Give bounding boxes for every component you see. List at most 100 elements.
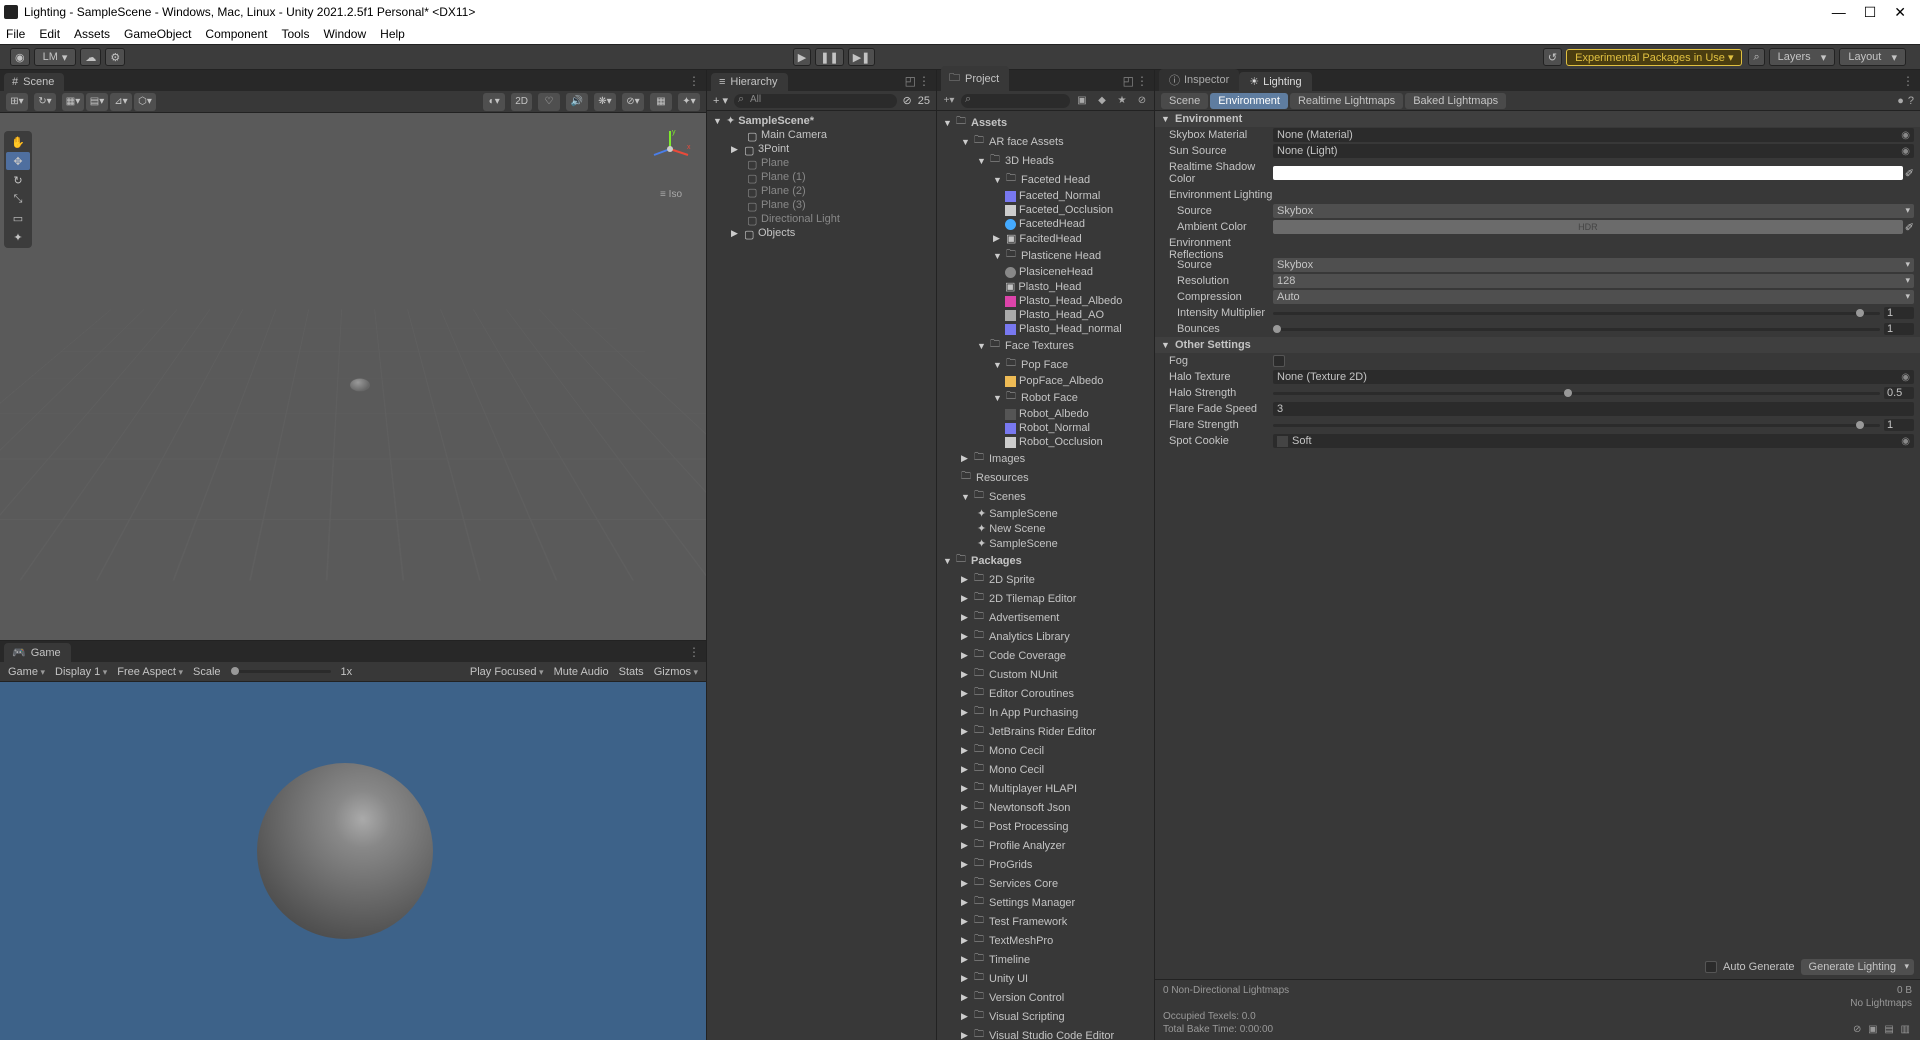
rotate-tool[interactable]: ↻ xyxy=(6,171,30,189)
ambient-color-field[interactable]: HDR xyxy=(1273,220,1903,234)
hierarchy-item[interactable]: ▢Plane (3) xyxy=(707,198,936,212)
project-search[interactable] xyxy=(961,94,1070,108)
fx-icon[interactable]: ❋▾ xyxy=(594,93,616,111)
project-item[interactable]: ▶Settings Manager xyxy=(937,893,1154,912)
lighting-icon[interactable]: ♡ xyxy=(538,93,560,111)
project-item[interactable]: ▣Plasto_Head xyxy=(937,279,1154,294)
project-tab[interactable]: 🗀 Project xyxy=(941,66,1009,91)
filter-label-icon[interactable]: ◆ xyxy=(1094,94,1110,108)
bounces-slider[interactable] xyxy=(1273,328,1880,331)
halo-strength-value[interactable]: 0.5 xyxy=(1884,387,1914,399)
project-item[interactable]: ▼Faceted Head xyxy=(937,170,1154,189)
menu-component[interactable]: Component xyxy=(205,27,267,41)
hierarchy-item[interactable]: ▢Plane (1) xyxy=(707,170,936,184)
project-item[interactable]: Robot_Albedo xyxy=(937,407,1154,421)
tab-lighting[interactable]: ☀Lighting xyxy=(1239,72,1311,91)
inspector-context-icon[interactable]: ⋮ xyxy=(1902,74,1914,88)
display-dropdown[interactable]: Display 1 xyxy=(55,666,107,678)
project-item[interactable]: ▼Robot Face xyxy=(937,388,1154,407)
intensity-value[interactable]: 1 xyxy=(1884,307,1914,319)
flare-strength-slider[interactable] xyxy=(1273,424,1880,427)
snap-inc-icon[interactable]: ⊿▾ xyxy=(110,93,132,111)
project-item[interactable]: ▶Visual Studio Code Editor xyxy=(937,1026,1154,1040)
project-item[interactable]: ▶Unity UI xyxy=(937,969,1154,988)
packages-folder[interactable]: ▼Packages xyxy=(937,551,1154,570)
mute-audio-toggle[interactable]: Mute Audio xyxy=(554,666,609,678)
settings-bullet-icon[interactable]: ● xyxy=(1897,95,1904,107)
experimental-warning[interactable]: Experimental Packages in Use ▾ xyxy=(1566,49,1742,66)
hierarchy-tab[interactable]: ≡ Hierarchy xyxy=(711,73,788,91)
skybox-field[interactable]: None (Material)◉ xyxy=(1273,128,1914,142)
hierarchy-item[interactable]: ▢Directional Light xyxy=(707,212,936,226)
step-button[interactable]: ▶❚ xyxy=(848,48,876,66)
project-item[interactable]: Robot_Occlusion xyxy=(937,435,1154,449)
game-tab[interactable]: 🎮 Game xyxy=(4,643,71,662)
subtab-environment[interactable]: Environment xyxy=(1210,93,1288,109)
close-button[interactable]: ✕ xyxy=(1894,4,1906,21)
layers-dropdown[interactable]: Layers ▾ xyxy=(1769,48,1836,66)
sun-field[interactable]: None (Light)◉ xyxy=(1273,144,1914,158)
game-context-icon[interactable]: ⋮ xyxy=(688,645,700,659)
hierarchy-item[interactable]: ▶▢Objects xyxy=(707,226,936,240)
project-item[interactable]: ▶Mono Cecil xyxy=(937,760,1154,779)
grid-icon[interactable]: ▦▾ xyxy=(62,93,84,111)
cloud-icon[interactable]: ☁ xyxy=(80,48,101,66)
hand-tool[interactable]: ✋ xyxy=(6,133,30,151)
project-item[interactable]: ▶Editor Coroutines xyxy=(937,684,1154,703)
refl-source-dropdown[interactable]: Skybox xyxy=(1273,258,1914,272)
project-item[interactable]: ▶Test Framework xyxy=(937,912,1154,931)
hierarchy-item[interactable]: ▢Plane xyxy=(707,156,936,170)
project-item[interactable]: ▶Mono Cecil xyxy=(937,741,1154,760)
gizmos-icon[interactable]: ✦▾ xyxy=(678,93,700,111)
2d-toggle[interactable]: 2D xyxy=(511,93,532,111)
project-item[interactable]: ▶In App Purchasing xyxy=(937,703,1154,722)
project-item[interactable]: Faceted_Occlusion xyxy=(937,203,1154,217)
project-item[interactable]: ▼AR face Assets xyxy=(937,132,1154,151)
camera-icon[interactable]: ▦ xyxy=(650,93,672,111)
object-picker-icon[interactable]: ◉ xyxy=(1901,130,1910,141)
eyedropper-icon[interactable]: ✐ xyxy=(1905,167,1914,180)
project-item[interactable]: Plasto_Head_Albedo xyxy=(937,294,1154,308)
hierarchy-max-icon[interactable]: ◰ xyxy=(905,74,916,88)
project-item[interactable]: Plasto_Head_normal xyxy=(937,322,1154,336)
pivot-mode-icon[interactable]: ⊞▾ xyxy=(6,93,28,111)
project-item[interactable]: Resources xyxy=(937,468,1154,487)
project-item[interactable]: ▶Timeline xyxy=(937,950,1154,969)
subtab-scene[interactable]: Scene xyxy=(1161,93,1208,109)
project-item[interactable]: ▶Version Control xyxy=(937,988,1154,1007)
snap-icon[interactable]: ▤▾ xyxy=(86,93,108,111)
magnet-icon[interactable]: ⬡▾ xyxy=(134,93,156,111)
project-item[interactable]: ▶Visual Scripting xyxy=(937,1007,1154,1026)
gear-icon[interactable]: ⚙ xyxy=(105,48,125,66)
scale-slider[interactable] xyxy=(231,670,331,673)
rect-tool[interactable]: ▭ xyxy=(6,209,30,227)
pivot-rot-icon[interactable]: ↻▾ xyxy=(34,93,56,111)
halo-strength-slider[interactable] xyxy=(1273,392,1880,395)
autogenerate-checkbox[interactable] xyxy=(1705,961,1717,973)
shadow-color-field[interactable] xyxy=(1273,166,1903,180)
favorite-icon[interactable]: ★ xyxy=(1114,94,1130,108)
visibility-icon[interactable]: ⊘ xyxy=(903,94,912,107)
project-item[interactable]: ▼Scenes xyxy=(937,487,1154,506)
drawmode-icon[interactable]: ◐▾ xyxy=(483,93,505,111)
menu-window[interactable]: Window xyxy=(323,27,366,41)
project-item[interactable]: Plasto_Head_AO xyxy=(937,308,1154,322)
scene-tab[interactable]: # Scene xyxy=(4,73,64,91)
menu-file[interactable]: File xyxy=(6,27,25,41)
hierarchy-item[interactable]: ▢Main Camera xyxy=(707,128,936,142)
hierarchy-search[interactable]: All xyxy=(734,94,897,108)
scene-viewport[interactable]: ✋ ✥ ↻ ⤡ ▭ ✦ x y ≡ Iso xyxy=(0,113,706,640)
fog-checkbox[interactable] xyxy=(1273,355,1285,367)
project-item[interactable]: ▶Advertisement xyxy=(937,608,1154,627)
project-item[interactable]: ▶Services Core xyxy=(937,874,1154,893)
bounces-value[interactable]: 1 xyxy=(1884,323,1914,335)
project-item[interactable]: ✦SampleScene xyxy=(937,536,1154,551)
menu-assets[interactable]: Assets xyxy=(74,27,110,41)
flare-fade-field[interactable]: 3 xyxy=(1273,402,1914,416)
other-section[interactable]: ▼Other Settings xyxy=(1155,337,1920,353)
object-picker-icon[interactable]: ◉ xyxy=(1901,146,1910,157)
scene-context-icon[interactable]: ⋮ xyxy=(688,74,700,88)
project-item[interactable]: ▶2D Sprite xyxy=(937,570,1154,589)
project-item[interactable]: ▶TextMeshPro xyxy=(937,931,1154,950)
hierarchy-item[interactable]: ▶▢3Point xyxy=(707,142,936,156)
